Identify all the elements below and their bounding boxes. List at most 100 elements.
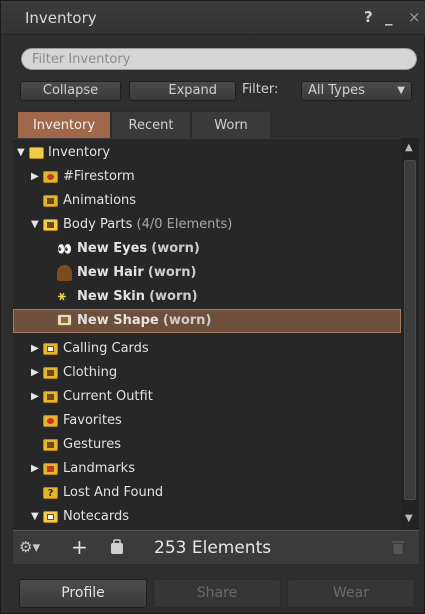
favorites-folder-icon xyxy=(43,415,58,427)
scroll-up-icon[interactable]: ▲ xyxy=(405,142,413,153)
tree-label: New Skin (worn) xyxy=(77,285,198,309)
tree-row-animations[interactable]: Animations xyxy=(13,189,401,213)
expand-button[interactable]: Expand xyxy=(129,81,236,101)
filter-type-label: Filter: xyxy=(242,82,279,97)
tree-label: Gestures xyxy=(63,437,122,452)
tree-row-favorites[interactable]: Favorites xyxy=(13,409,401,433)
scroll-down-icon[interactable]: ▼ xyxy=(405,513,413,524)
tree-row-clothing[interactable]: ▶ Clothing xyxy=(13,361,401,385)
shirt-icon xyxy=(47,370,54,376)
firestorm-folder-icon xyxy=(43,171,58,183)
tree-row-landmarks[interactable]: ▶ Landmarks xyxy=(13,457,401,481)
profile-button[interactable]: Profile xyxy=(19,579,147,608)
wear-button[interactable]: Wear xyxy=(287,579,415,608)
tree-row-inventory[interactable]: ▼ Inventory xyxy=(13,141,401,165)
tree-row-calling-cards[interactable]: ▶ Calling Cards xyxy=(13,337,401,361)
current-outfit-folder-icon xyxy=(43,391,58,403)
outfit-figure-icon xyxy=(47,394,54,400)
collapse-button[interactable]: Collapse xyxy=(20,81,121,101)
card-icon xyxy=(47,346,54,352)
expand-arrow-icon[interactable]: ▶ xyxy=(31,165,39,189)
tree-label: Animations xyxy=(63,193,137,208)
animation-figure-icon xyxy=(47,198,54,204)
inventory-toolbar: ⚙▾ + 253 Elements xyxy=(13,530,419,564)
worn-badge: (worn) xyxy=(149,289,198,304)
tree-label: Inventory xyxy=(48,145,111,160)
tree-label-text: New Hair xyxy=(77,265,144,280)
eyes-icon: 👀 xyxy=(57,242,72,256)
window-title: Inventory xyxy=(25,9,97,27)
tree-label: Notecards xyxy=(63,509,130,524)
tab-worn[interactable]: Worn xyxy=(191,111,271,138)
tree-scrollbar[interactable]: ▲ ▼ xyxy=(401,138,419,530)
tree-label-text: New Shape xyxy=(77,313,159,328)
tree-row-new-shape[interactable]: New Shape (worn) xyxy=(13,309,401,333)
heart-icon xyxy=(47,418,54,424)
calling-cards-folder-icon xyxy=(43,343,58,355)
tree-row-new-eyes[interactable]: 👀 New Eyes (worn) xyxy=(13,237,401,261)
inventory-bag-icon[interactable] xyxy=(109,539,125,555)
expand-arrow-icon[interactable]: ▼ xyxy=(17,141,25,165)
help-button[interactable]: ? xyxy=(364,8,373,26)
tree-label: Body Parts (4/0 Elements) xyxy=(63,213,232,237)
scrollbar-thumb[interactable] xyxy=(404,160,416,500)
shape-figure-icon xyxy=(61,317,68,323)
tree-label-note: (4/0 Elements) xyxy=(136,217,233,232)
hair-icon xyxy=(57,265,72,281)
tree-row-firestorm[interactable]: ▶ #Firestorm xyxy=(13,165,401,189)
tree-row-notecards[interactable]: ▼ Notecards xyxy=(13,505,401,529)
tree-label: Favorites xyxy=(63,413,122,428)
tab-recent[interactable]: Recent xyxy=(111,111,191,138)
notecards-folder-icon xyxy=(43,511,58,523)
filter-inventory-input[interactable] xyxy=(21,48,417,70)
worn-badge: (worn) xyxy=(151,241,200,256)
item-count: 253 Elements xyxy=(154,538,272,558)
notecard-icon xyxy=(47,514,54,520)
inventory-window: Inventory ? _ × Collapse Expand Filter: … xyxy=(0,0,425,614)
filter-type-dropdown[interactable]: All Types ▼ xyxy=(301,81,412,101)
landmark-pin-icon xyxy=(47,466,54,472)
expand-arrow-icon[interactable]: ▶ xyxy=(31,385,39,409)
tree-row-gestures[interactable]: Gestures xyxy=(13,433,401,457)
tree-row-new-skin[interactable]: ⚹ New Skin (worn) xyxy=(13,285,401,309)
tree-label: Current Outfit xyxy=(63,389,153,404)
tree-row-body-parts[interactable]: ▼ Body Parts (4/0 Elements) xyxy=(13,213,401,237)
tree-row-lost-and-found[interactable]: ? Lost And Found xyxy=(13,481,401,505)
inventory-folder-icon xyxy=(29,147,44,159)
gestures-folder-icon xyxy=(43,439,58,451)
tree-label-text: New Skin xyxy=(77,289,145,304)
expand-arrow-icon[interactable]: ▶ xyxy=(31,457,39,481)
tree-label: Calling Cards xyxy=(63,341,149,356)
tree-label: New Shape (worn) xyxy=(77,310,211,332)
tree-label: New Eyes (worn) xyxy=(77,237,200,261)
expand-arrow-icon[interactable]: ▼ xyxy=(31,505,39,529)
tree-label-text: Body Parts xyxy=(63,217,133,232)
animations-folder-icon xyxy=(43,195,58,207)
tab-inventory[interactable]: Inventory xyxy=(17,111,111,138)
tree-row-current-outfit[interactable]: ▶ Current Outfit xyxy=(13,385,401,409)
trash-icon[interactable] xyxy=(391,539,405,555)
lost-and-found-folder-icon: ? xyxy=(43,487,58,499)
body-parts-folder-icon xyxy=(43,219,58,231)
gesture-figure-icon xyxy=(47,442,54,448)
skin-icon: ⚹ xyxy=(58,289,66,304)
share-button[interactable]: Share xyxy=(153,579,281,608)
close-button[interactable]: × xyxy=(408,8,421,26)
expand-arrow-icon[interactable]: ▼ xyxy=(31,213,39,237)
add-item-icon[interactable]: + xyxy=(71,535,88,559)
expand-arrow-icon[interactable]: ▶ xyxy=(31,337,39,361)
inventory-tree[interactable]: ▼ Inventory ▶ #Firestorm Animations ▼ Bo… xyxy=(13,138,401,530)
tree-row-new-hair[interactable]: New Hair (worn) xyxy=(13,261,401,285)
tree-label: #Firestorm xyxy=(63,169,135,184)
expand-arrow-icon[interactable]: ▶ xyxy=(31,361,39,385)
tree-label: Lost And Found xyxy=(63,485,164,500)
firestorm-badge-icon xyxy=(47,174,54,180)
worn-badge: (worn) xyxy=(162,313,212,328)
tree-label: Landmarks xyxy=(63,461,135,476)
body-figure-icon xyxy=(47,222,54,228)
title-bar[interactable]: Inventory ? _ × xyxy=(1,1,425,35)
minimize-button[interactable]: _ xyxy=(385,8,393,26)
shape-icon xyxy=(57,314,72,326)
worn-badge: (worn) xyxy=(147,265,197,280)
gear-menu-icon[interactable]: ⚙▾ xyxy=(19,538,40,556)
